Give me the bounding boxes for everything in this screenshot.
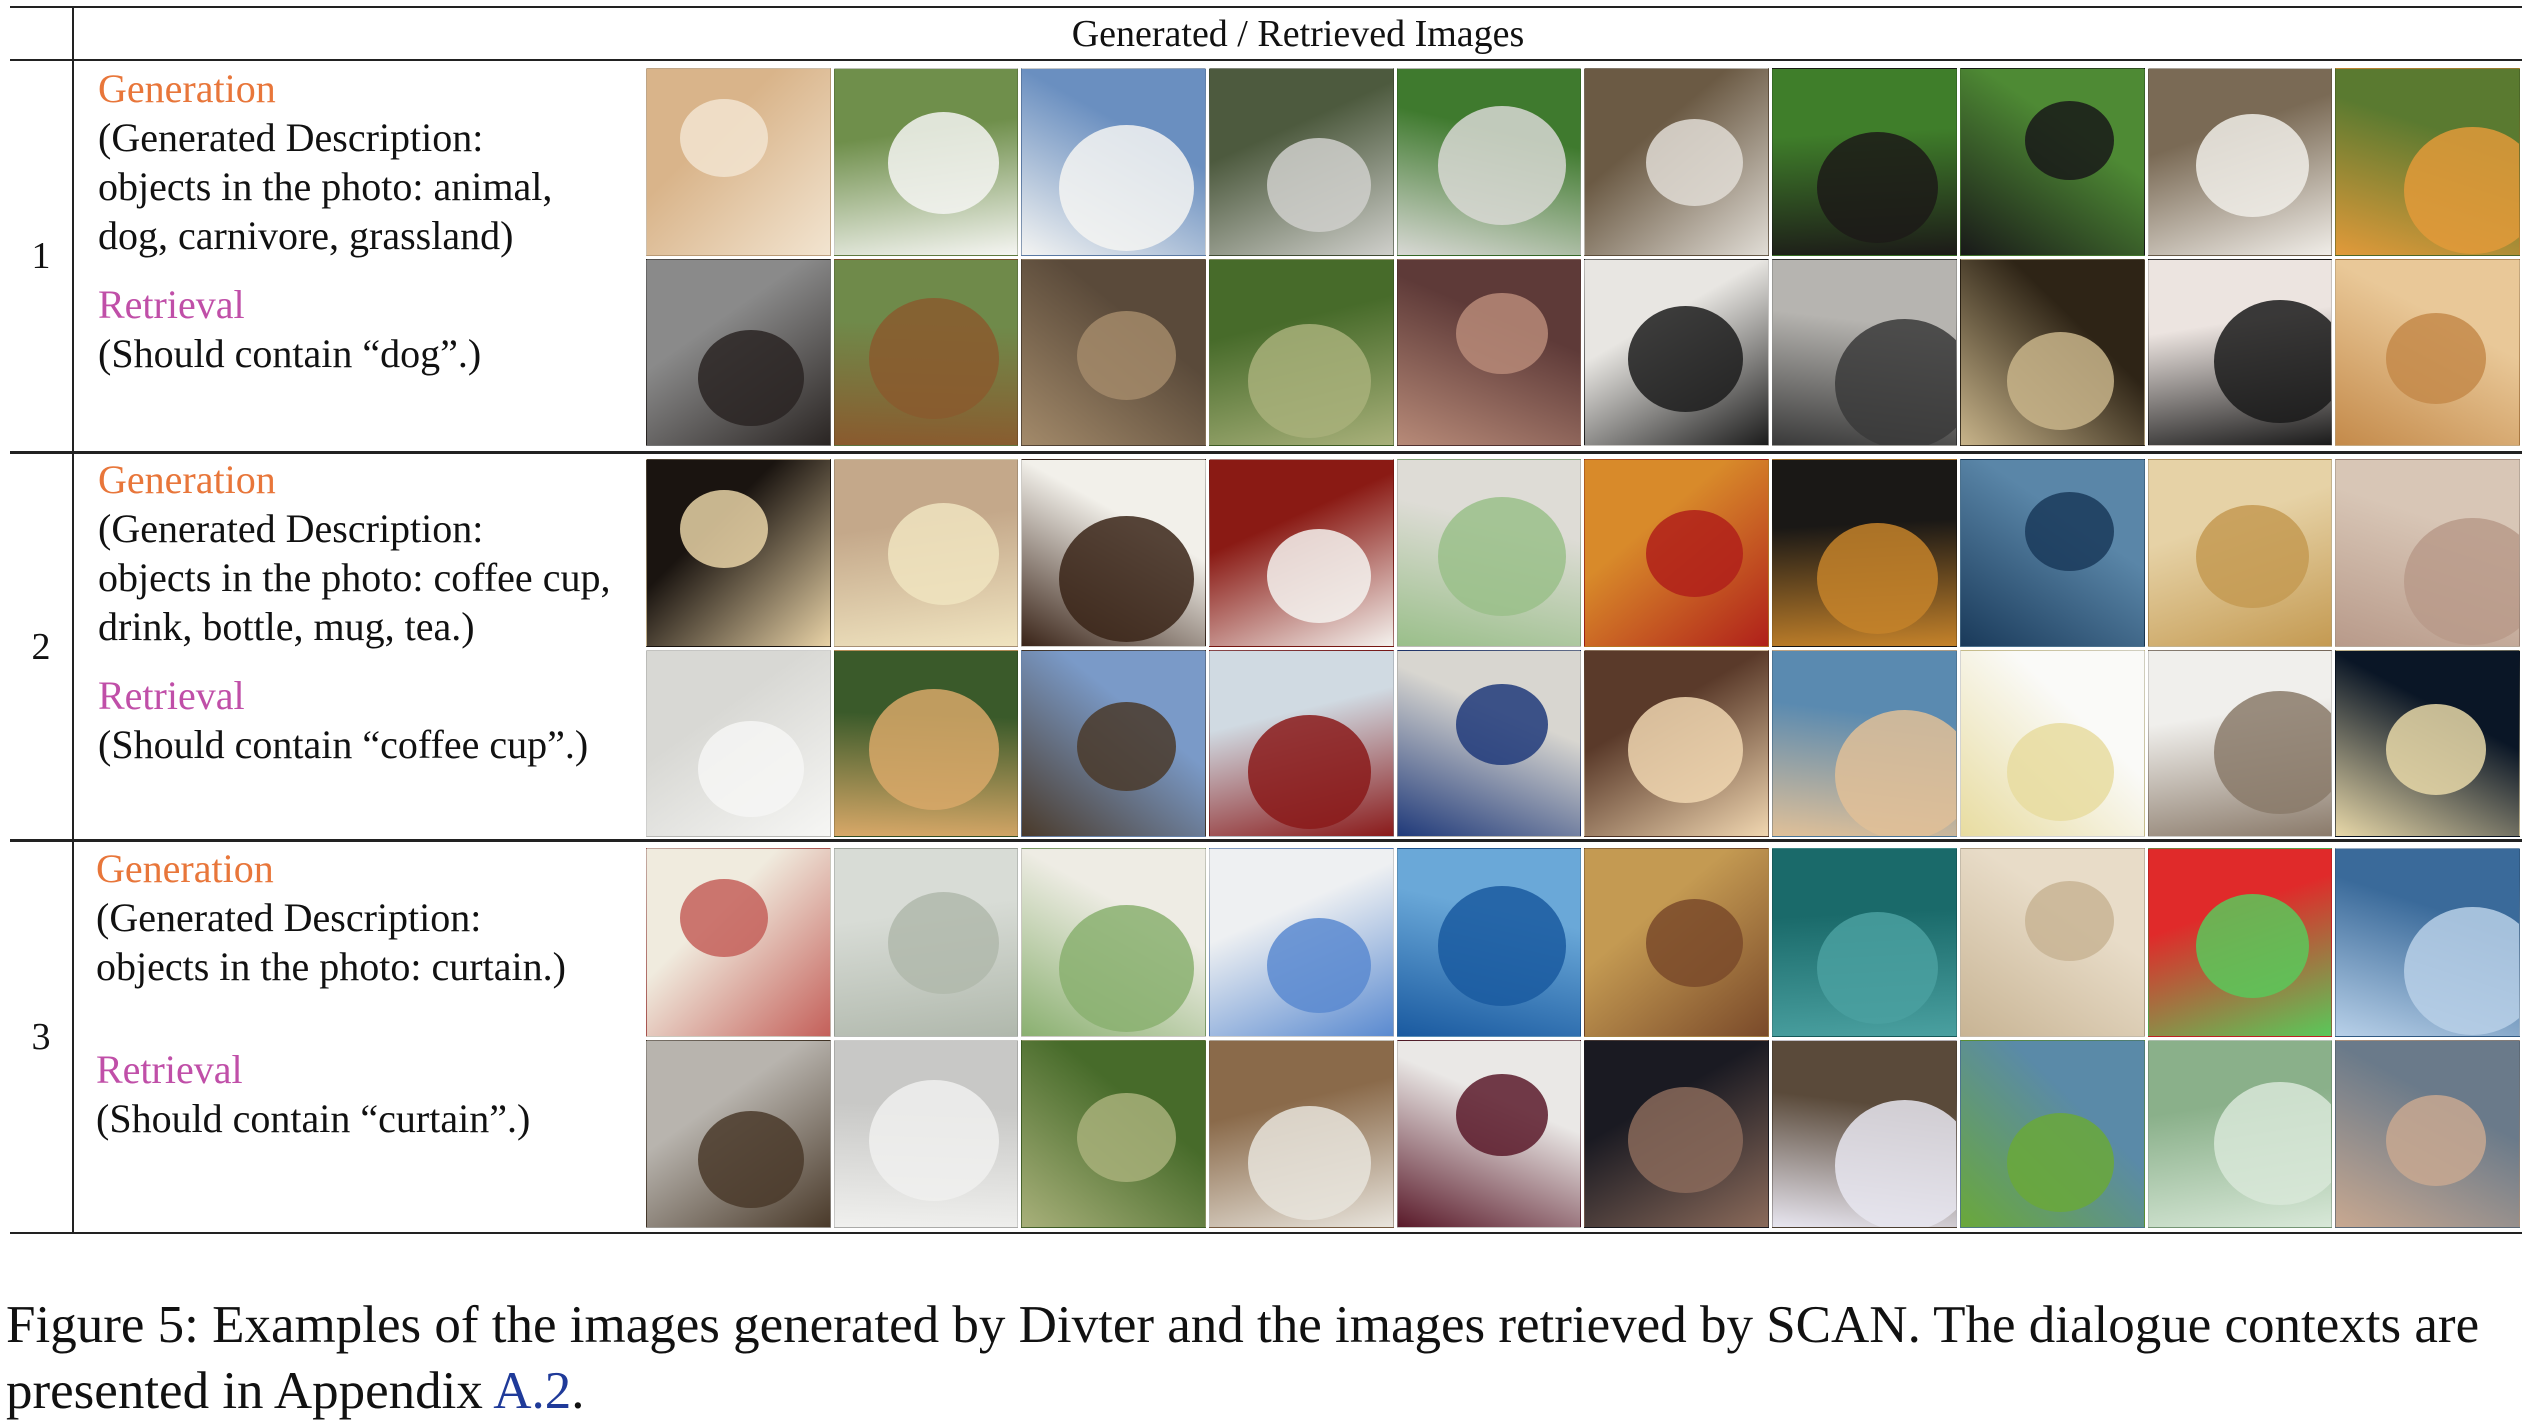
retrieval-hint: (Should contain “dog”.) [98, 331, 482, 376]
description-line: drink, bottle, mug, tea.) [98, 604, 475, 649]
description-line: (Generated Description: [98, 115, 484, 160]
generation-label: Generation [96, 846, 274, 891]
horse-rider-icon [1209, 1039, 1394, 1228]
table-header: Generated / Retrieved Images [1071, 13, 1525, 55]
grass-insect-icon [2147, 1039, 2333, 1228]
retrieval-hint: (Should contain “coffee cup”.) [98, 722, 589, 767]
description-line: objects in the photo: coffee cup, [98, 555, 611, 600]
generation-label: Generation [98, 66, 276, 111]
sheer-curtain-icon [833, 848, 1019, 1037]
leather-jacket-icon [1584, 258, 1770, 446]
fennec-fox-icon [1772, 649, 1957, 837]
coffee-cup-icon [646, 459, 831, 647]
beagle-dog-icon [2147, 68, 2333, 256]
table-column-rule [72, 8, 74, 1234]
compass-dial-icon [1959, 258, 2145, 446]
row-separator-1 [10, 451, 2522, 454]
square-pattern-curtain-icon [1209, 848, 1394, 1037]
high-heel-shoe-icon [1396, 1039, 1582, 1228]
row-description: Generation (Generated Description: objec… [96, 844, 636, 1143]
pomeranian-puppy-icon [2335, 68, 2520, 256]
mug-blue-star-icon [1772, 1039, 1957, 1228]
description-line: (Generated Description: [96, 895, 482, 940]
people-crowd-icon [2335, 1039, 2520, 1228]
tea-cup-icon [833, 649, 1019, 837]
retrieval-label: Retrieval [96, 1047, 243, 1092]
row-number: 2 [31, 625, 51, 668]
husky-dog-icon [1396, 68, 1582, 256]
figure-caption: Figure 5: Examples of the images generat… [6, 1292, 2526, 1424]
snack-crackers-icon [2335, 649, 2520, 837]
generation-label: Generation [98, 457, 276, 502]
samoyed-dog-icon [833, 68, 1019, 256]
bernese-dog-icon [1772, 68, 1957, 256]
edamame-bowl-icon [1959, 1039, 2145, 1228]
frog-icon [646, 1039, 831, 1228]
wafer-snack-icon [1959, 649, 2145, 837]
image-grid [646, 68, 2520, 446]
cake-icon [1584, 649, 1770, 837]
row-number: 1 [31, 235, 51, 277]
cocoa-mug-icon [2335, 459, 2520, 647]
description-line: (Generated Description: [98, 506, 484, 551]
red-mugs-icon [1584, 459, 1770, 647]
cake-slice-icon [2335, 258, 2520, 446]
retrieval-label: Retrieval [98, 673, 245, 718]
patterned-curtain-icon [1021, 848, 1207, 1037]
floral-curtain-icon [646, 848, 831, 1037]
striped-cup-icon [1396, 459, 1582, 647]
blue-curtain-icon [2335, 848, 2520, 1037]
coffee-grinder-icon [1021, 649, 1207, 837]
people-crowd-icon [1396, 258, 1582, 446]
ring-pattern-curtain-icon [1396, 848, 1582, 1037]
caption-end: . [571, 1362, 585, 1420]
tabby-cat-icon [1021, 258, 1207, 446]
coffee-cup-icon [1396, 649, 1582, 837]
description-line: objects in the photo: animal, [98, 164, 553, 209]
teal-curtain-icon [1772, 848, 1957, 1037]
description-line: dog, carnivore, grassland) [98, 213, 514, 258]
coffee-cup-icon [1021, 459, 1207, 647]
coffee-cup-icon [2147, 459, 2333, 647]
cat-drawing-icon [2147, 258, 2333, 446]
people-cafe-icon [1772, 258, 1957, 446]
row-separator-2 [10, 839, 2522, 842]
caption-text: Figure 5: Examples of the images generat… [6, 1296, 2480, 1420]
plaid-curtain-icon [1584, 848, 1770, 1037]
appendix-link[interactable]: A.2 [493, 1362, 571, 1420]
husky-dog-icon [1209, 68, 1394, 256]
row-number: 3 [31, 1016, 51, 1058]
row-description: Generation (Generated Description: objec… [98, 64, 638, 378]
retrieval-hint: (Should contain “curtain”.) [96, 1096, 531, 1141]
table-bottom-rule [10, 1232, 2522, 1234]
retrieval-label: Retrieval [98, 282, 245, 327]
row-description: Generation (Generated Description: objec… [98, 455, 638, 769]
image-grid [646, 459, 2520, 837]
samoyed-dog-icon [1021, 68, 1207, 256]
insect-bug-icon [2147, 649, 2333, 837]
image-grid [646, 848, 2520, 1228]
grass-plant-icon [1021, 1039, 1207, 1228]
tea-cup-icon [833, 459, 1019, 647]
people-night-icon [1584, 1039, 1770, 1228]
black-puppy-icon [1959, 68, 2145, 256]
wine-glass-icon [1209, 649, 1394, 837]
coffee-mug-icon [1959, 459, 2145, 647]
coffee-mug-icon [1772, 459, 1957, 647]
grass-plant-icon [1209, 258, 1394, 446]
german-shepherd-dog-icon [833, 258, 1019, 446]
pomeranian-puppy-icon [646, 68, 831, 256]
coffee-mug-icon [1209, 459, 1394, 647]
beige-curtain-icon [1959, 848, 2145, 1037]
description-line: objects in the photo: curtain.) [96, 944, 566, 989]
dotted-curtain-icon [2147, 848, 2333, 1037]
keyboard-icon [833, 1039, 1019, 1228]
pug-dog-icon [646, 258, 831, 446]
milk-glass-icon [646, 649, 831, 837]
husky-dog-icon [1584, 68, 1770, 256]
